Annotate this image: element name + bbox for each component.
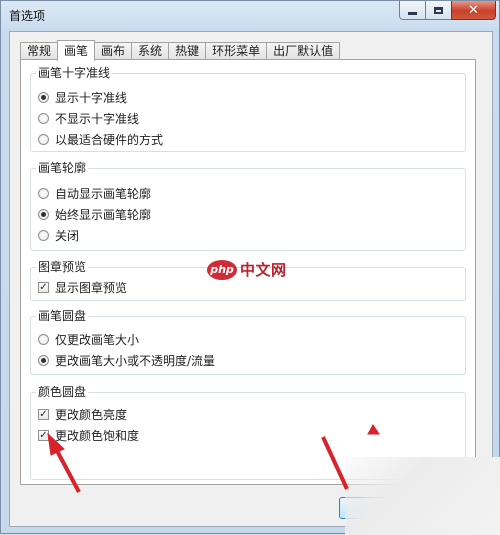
checkbox-change-saturation[interactable]: ✓ 更改颜色饱和度 xyxy=(38,427,139,443)
option-label: 更改画笔大小或不透明度/流量 xyxy=(55,353,216,368)
radio-dot[interactable] xyxy=(38,112,49,124)
group-title: 颜色圆盘 xyxy=(36,384,89,400)
radio-dot[interactable] xyxy=(38,91,49,103)
radio-outline-off[interactable]: 关闭 xyxy=(38,227,79,243)
option-label: 不显示十字准线 xyxy=(55,111,140,126)
tab-strip: 常规 画笔 画布 系统 热键 环形菜单 出厂默认值 xyxy=(20,40,341,61)
radio-dot[interactable] xyxy=(38,354,49,366)
radio-show-crosshair[interactable]: 显示十字准线 xyxy=(38,89,127,105)
group-title: 图章预览 xyxy=(36,259,89,275)
group-title: 画笔圆盘 xyxy=(36,308,89,324)
radio-always-outline[interactable]: 始终显示画笔轮廓 xyxy=(38,206,151,222)
tab-factory-defaults[interactable]: 出厂默认值 xyxy=(266,42,341,60)
tab-system[interactable]: 系统 xyxy=(131,42,170,60)
window-title: 首选项 xyxy=(9,9,46,23)
radio-hardware-crosshair[interactable]: 以最适合硬件的方式 xyxy=(38,131,163,147)
blurred-corner xyxy=(345,457,500,535)
maximize-icon xyxy=(434,6,443,14)
radio-dot[interactable] xyxy=(38,229,49,241)
radio-size-or-opacity[interactable]: 更改画笔大小或不透明度/流量 xyxy=(38,352,215,368)
radio-dot[interactable] xyxy=(38,208,49,220)
watermark: php 中文网 xyxy=(207,259,287,280)
crosshair-group: 画笔十字准线 显示十字准线 不显示十字准线 以最适合硬件的方式 xyxy=(30,65,466,152)
tab-brush[interactable]: 画笔 xyxy=(57,40,96,61)
tab-radial-menu[interactable]: 环形菜单 xyxy=(205,42,268,60)
option-label: 显示图章预览 xyxy=(55,280,128,295)
option-label: 更改颜色亮度 xyxy=(55,407,128,422)
tab-general[interactable]: 常规 xyxy=(20,42,59,60)
radio-dot[interactable] xyxy=(38,333,49,345)
watermark-logo: php xyxy=(207,259,237,280)
title-bar[interactable]: 首选项 ✕ xyxy=(1,1,500,31)
radio-dot[interactable] xyxy=(38,133,49,145)
minimize-icon xyxy=(408,11,417,15)
option-label: 显示十字准线 xyxy=(55,90,128,105)
radio-hide-crosshair[interactable]: 不显示十字准线 xyxy=(38,110,139,126)
checkbox-box[interactable]: ✓ xyxy=(38,429,49,441)
checkbox-change-brightness[interactable]: ✓ 更改颜色亮度 xyxy=(38,406,127,422)
option-label: 更改颜色饱和度 xyxy=(55,428,140,443)
radio-auto-outline[interactable]: 自动显示画笔轮廓 xyxy=(38,185,151,201)
radio-dot[interactable] xyxy=(38,187,49,199)
option-label: 仅更改画笔大小 xyxy=(55,332,140,347)
close-icon: ✕ xyxy=(468,2,479,18)
brush-circle-group: 画笔圆盘 仅更改画笔大小 更改画笔大小或不透明度/流量 xyxy=(30,308,466,375)
watermark-text: 中文网 xyxy=(240,261,287,279)
checkbox-box[interactable]: ✓ xyxy=(38,408,49,420)
option-label: 自动显示画笔轮廓 xyxy=(55,186,152,201)
outline-group: 画笔轮廓 自动显示画笔轮廓 始终显示画笔轮廓 关闭 xyxy=(30,160,466,251)
preferences-window: 首选项 ✕ 常规 画笔 画布 系统 热键 环形菜单 出厂默认值 画笔十字准线 显… xyxy=(0,0,500,535)
option-label: 关闭 xyxy=(55,228,80,243)
checkbox-show-stamp-preview[interactable]: ✓ 显示图章预览 xyxy=(38,279,127,295)
maximize-button[interactable] xyxy=(425,1,452,20)
group-title: 画笔十字准线 xyxy=(36,65,113,81)
option-label: 始终显示画笔轮廓 xyxy=(55,207,152,222)
tab-canvas[interactable]: 画布 xyxy=(94,42,133,60)
close-button[interactable]: ✕ xyxy=(451,1,496,20)
radio-size-only[interactable]: 仅更改画笔大小 xyxy=(38,331,139,347)
checkbox-box[interactable]: ✓ xyxy=(38,281,49,293)
group-title: 画笔轮廓 xyxy=(36,160,89,176)
option-label: 以最适合硬件的方式 xyxy=(55,132,164,147)
tab-hotkeys[interactable]: 热键 xyxy=(168,42,207,60)
minimize-button[interactable] xyxy=(399,1,426,20)
